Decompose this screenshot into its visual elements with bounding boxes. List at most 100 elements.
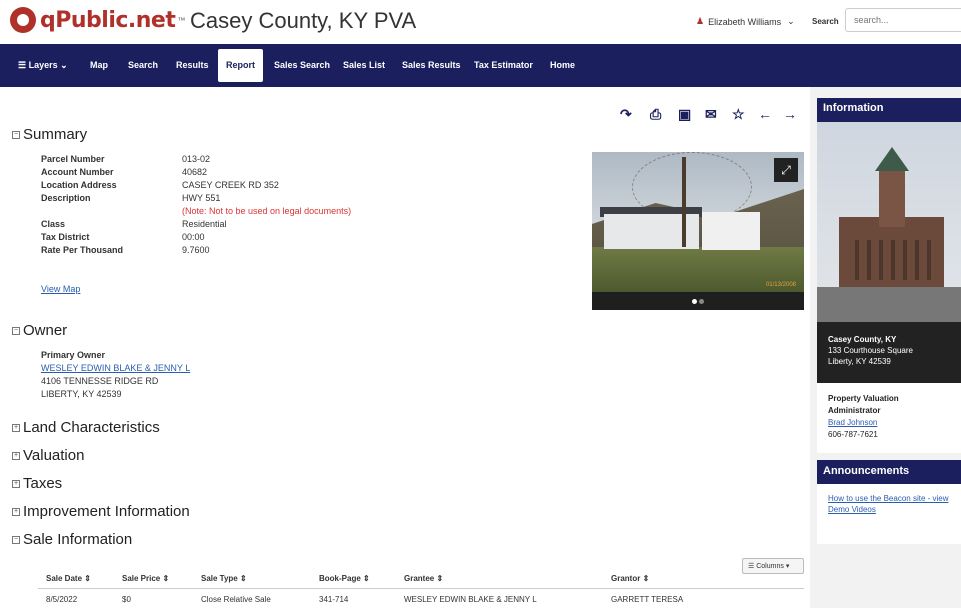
section-land-characteristics[interactable]: + Land Characteristics — [12, 419, 160, 436]
th-grantor[interactable]: Grantor ⇕ — [611, 574, 649, 583]
collapse-icon: − — [12, 535, 20, 544]
tax-district-label: Tax District — [41, 232, 90, 242]
nav-home[interactable]: Home — [550, 44, 575, 87]
layers-icon: ☰ — [18, 60, 29, 70]
star-icon[interactable]: ☆ — [732, 106, 745, 123]
th-sale-price[interactable]: Sale Price ⇕ — [122, 574, 169, 583]
columns-dropdown[interactable]: ☰ Columns ▾ — [742, 558, 804, 574]
nav-report[interactable]: Report — [218, 49, 263, 82]
property-photo[interactable]: 01/13/2008 ⤢ — [592, 152, 804, 310]
section-improvement-information[interactable]: + Improvement Information — [12, 503, 190, 520]
parcel-number-label: Parcel Number — [41, 154, 105, 164]
view-map-link[interactable]: View Map — [41, 284, 80, 294]
expand-section-icon: + — [12, 507, 20, 516]
pva-title-1: Property Valuation — [828, 394, 899, 403]
pva-name-link[interactable]: Brad Johnson — [828, 418, 877, 427]
expand-section-icon: + — [12, 423, 20, 432]
owner-address-line2: LIBERTY, KY 42539 — [41, 389, 122, 399]
email-icon[interactable]: ✉ — [705, 106, 717, 123]
county-name: Casey County, KY — [828, 335, 897, 344]
section-sale-title: Sale Information — [23, 531, 133, 548]
arrow-right-icon[interactable]: → — [783, 106, 797, 122]
cell-grantee: WESLEY EDWIN BLAKE & JENNY L — [404, 595, 537, 604]
logo-text: qPublic.net — [40, 7, 176, 33]
pva-contact: Property Valuation Administrator Brad Jo… — [817, 383, 961, 453]
section-land-title: Land Characteristics — [23, 419, 160, 436]
th-grantee[interactable]: Grantee ⇕ — [404, 574, 443, 583]
cell-sale-date: 8/5/2022 — [46, 595, 78, 604]
expand-icon[interactable]: ⤢ — [774, 158, 798, 182]
header: qPublic.net ™ Casey County, KY PVA ♟ Eli… — [0, 0, 961, 44]
arrow-left-icon[interactable]: ← — [758, 106, 772, 122]
owner-name-link[interactable]: WESLEY EDWIN BLAKE & JENNY L — [41, 363, 190, 373]
section-valuation-title: Valuation — [23, 447, 85, 464]
cell-book-page[interactable]: 341-714 — [319, 595, 348, 604]
county-street: 133 Courthouse Square — [828, 346, 913, 355]
carousel-dot-active[interactable] — [692, 299, 697, 304]
nav-search[interactable]: Search — [128, 44, 158, 87]
page-title: Casey County, KY PVA — [190, 8, 417, 33]
columns-label: Columns — [756, 563, 784, 570]
sort-icon: ⇕ — [642, 574, 650, 583]
location-address-value: CASEY CREEK RD 352 — [182, 180, 279, 190]
chevron-down-icon: ⌄ — [787, 16, 795, 26]
th-book-page[interactable]: Book-Page ⇕ — [319, 574, 370, 583]
image-icon[interactable]: ▣ — [678, 106, 691, 123]
nav-results[interactable]: Results — [176, 44, 209, 87]
nav-layers[interactable]: ☰ Layers ⌄ — [18, 44, 68, 87]
section-valuation[interactable]: + Valuation — [12, 447, 84, 464]
nav-tax-estimator[interactable]: Tax Estimator — [474, 44, 533, 87]
cell-grantor: GARRETT TERESA — [611, 595, 684, 604]
th-sale-type-label: Sale Type — [201, 574, 238, 583]
chevron-down-icon: ⌄ — [57, 60, 68, 70]
announcements-body: How to use the Beacon site - view Demo V… — [817, 484, 961, 544]
user-menu[interactable]: ♟ Elizabeth Williams ⌄ — [696, 16, 795, 27]
logo-icon — [10, 7, 36, 33]
location-address-label: Location Address — [41, 180, 117, 190]
th-sale-type[interactable]: Sale Type ⇕ — [201, 574, 247, 583]
share-icon[interactable]: ↷ — [620, 106, 632, 123]
county-city: Liberty, KY 42539 — [828, 357, 891, 366]
sort-icon: ⇕ — [240, 574, 247, 583]
announcement-link-2[interactable]: Demo Videos — [828, 505, 876, 514]
section-sale-information[interactable]: − Sale Information — [12, 531, 132, 548]
photo-date-stamp: 01/13/2008 — [765, 282, 796, 288]
class-value: Residential — [182, 219, 227, 229]
th-grantor-label: Grantor — [611, 574, 641, 583]
rate-per-thousand-label: Rate Per Thousand — [41, 245, 124, 255]
courthouse-spire — [875, 147, 909, 171]
sort-icon: ⇕ — [363, 574, 370, 583]
section-owner-title: Owner — [23, 322, 68, 339]
chevron-down-icon: ▾ — [785, 563, 790, 570]
photo-tree — [682, 157, 686, 247]
pva-phone: 606-787-7621 — [828, 430, 878, 439]
th-book-page-label: Book-Page — [319, 574, 361, 583]
rate-per-thousand-value: 9.7600 — [182, 245, 210, 255]
carousel-dot[interactable] — [699, 299, 704, 304]
section-owner[interactable]: − Owner — [12, 322, 67, 339]
nav-sales-search[interactable]: Sales Search — [274, 44, 330, 87]
nav-sales-list[interactable]: Sales List — [343, 44, 385, 87]
search-label: Search — [812, 17, 839, 26]
th-sale-date-label: Sale Date — [46, 574, 83, 583]
announcement-link-1[interactable]: How to use the Beacon site - view — [828, 494, 949, 503]
account-number-value: 40682 — [182, 167, 208, 177]
nav-map[interactable]: Map — [90, 44, 108, 87]
th-grantee-label: Grantee — [404, 574, 435, 583]
primary-owner-label: Primary Owner — [41, 350, 106, 360]
search-input[interactable] — [845, 8, 961, 32]
th-sale-date[interactable]: Sale Date ⇕ — [46, 574, 91, 583]
user-icon: ♟ — [696, 16, 705, 26]
section-taxes[interactable]: + Taxes — [12, 475, 62, 492]
print-icon[interactable]: ⎙ — [650, 106, 661, 123]
owner-address-line1: 4106 TENNESSE RIDGE RD — [41, 376, 159, 386]
sort-icon: ⇕ — [84, 574, 91, 583]
section-summary[interactable]: − Summary — [12, 126, 87, 143]
description-label: Description — [41, 193, 91, 203]
account-number-label: Account Number — [41, 167, 114, 177]
nav-layers-label: Layers — [28, 60, 58, 70]
qpublic-logo[interactable]: qPublic.net ™ — [10, 7, 185, 33]
nav-sales-results[interactable]: Sales Results — [402, 44, 461, 87]
cell-sale-price: $0 — [122, 595, 131, 604]
expand-section-icon: + — [12, 451, 20, 460]
